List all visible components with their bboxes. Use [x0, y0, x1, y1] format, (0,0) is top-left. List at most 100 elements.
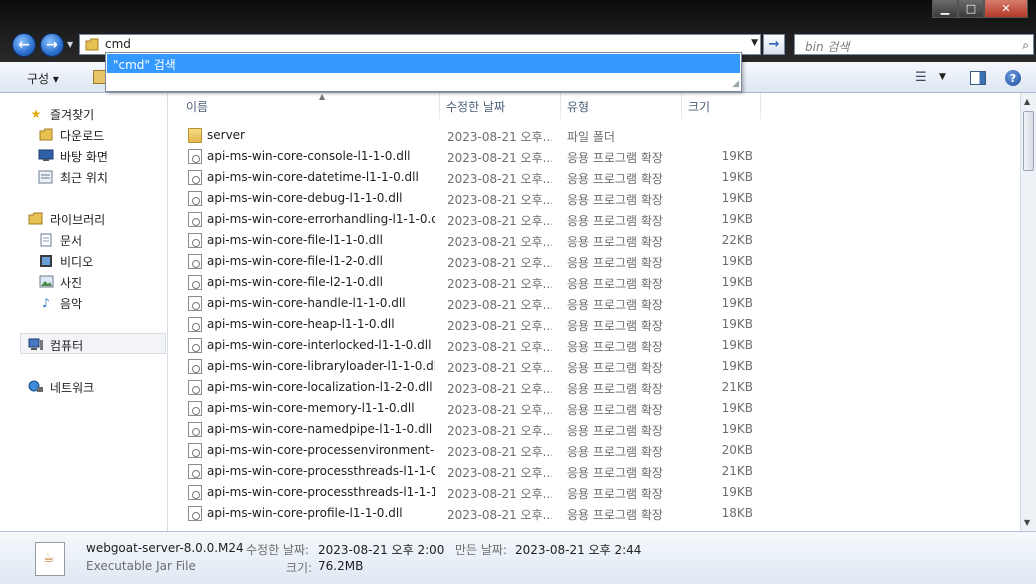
sidebar-item-label: 문서: [60, 233, 83, 248]
file-name: api-ms-win-core-localization-l1-2-0.dll: [207, 380, 433, 394]
file-row[interactable]: api-ms-win-core-processenvironment-l1...…: [168, 440, 1020, 461]
sidebar-item-label: 네트워크: [50, 380, 95, 395]
dll-file-icon: [188, 422, 202, 437]
music-icon: ♪: [42, 296, 50, 310]
file-row[interactable]: api-ms-win-core-file-l2-1-0.dll 2023-08-2…: [168, 272, 1020, 293]
file-row[interactable]: api-ms-win-core-heap-l1-1-0.dll 2023-08-2…: [168, 314, 1020, 335]
column-header-label: 크기: [688, 99, 711, 114]
sidebar-item-favorites[interactable]: ★ 즐겨찾기: [28, 104, 95, 124]
address-dropdown-icon[interactable]: ▼: [751, 38, 758, 48]
file-row[interactable]: api-ms-win-core-profile-l1-1-0.dll 2023-0…: [168, 503, 1020, 524]
sidebar-item-downloads[interactable]: 다운로드: [38, 125, 104, 145]
file-name: api-ms-win-core-datetime-l1-1-0.dll: [207, 170, 419, 184]
sidebar-item-documents[interactable]: 문서: [38, 230, 82, 250]
help-icon[interactable]: ?: [1005, 70, 1021, 86]
go-button[interactable]: →: [763, 34, 785, 55]
close-button[interactable]: ✕: [984, 0, 1028, 18]
file-row[interactable]: api-ms-win-core-processthreads-l1-1-1...…: [168, 482, 1020, 503]
recent-pages-dropdown-icon[interactable]: ▼: [67, 40, 73, 49]
sidebar-item-recent-places[interactable]: 최근 위치: [38, 167, 108, 187]
back-button[interactable]: ←: [12, 33, 36, 57]
file-name: server: [207, 128, 245, 142]
file-date: 2023-08-21 오후...: [447, 382, 552, 396]
file-name: api-ms-win-core-processthreads-l1-1-0...…: [207, 464, 435, 478]
file-size-label: 크기:: [286, 561, 313, 575]
column-header-date[interactable]: 수정한 날짜: [441, 93, 561, 119]
file-type: 응용 프로그램 확장: [567, 319, 663, 333]
organize-button[interactable]: 구성 ▾: [27, 70, 59, 87]
file-row[interactable]: api-ms-win-core-interlocked-l1-1-0.dll 20…: [168, 335, 1020, 356]
window-controls: ▁ □ ✕: [932, 0, 1028, 18]
file-row[interactable]: server 2023-08-21 오후... 파일 폴더: [168, 125, 1020, 146]
file-row[interactable]: api-ms-win-core-processthreads-l1-1-0...…: [168, 461, 1020, 482]
modified-date-label: 수정한 날짜:: [246, 543, 310, 557]
file-type: 응용 프로그램 확장: [567, 487, 663, 501]
search-icon[interactable]: ⌕: [1022, 38, 1029, 53]
file-row[interactable]: api-ms-win-core-debug-l1-1-0.dll 2023-08-…: [168, 188, 1020, 209]
autocomplete-item[interactable]: "cmd" 검색: [107, 54, 740, 73]
search-box[interactable]: bin 검색 ⌕: [794, 34, 1034, 55]
search-input[interactable]: bin 검색: [805, 38, 849, 55]
file-row[interactable]: api-ms-win-core-memory-l1-1-0.dll 2023-08…: [168, 398, 1020, 419]
sidebar-item-network[interactable]: 네트워크: [28, 377, 94, 397]
folder-icon: [188, 128, 202, 143]
scroll-thumb[interactable]: [1023, 111, 1034, 171]
file-size-value: 76.2MB: [318, 559, 364, 573]
sidebar-item-computer[interactable]: 컴퓨터: [28, 335, 83, 355]
file-name: api-ms-win-core-file-l2-1-0.dll: [207, 275, 383, 289]
file-size: 19KB: [721, 338, 753, 352]
vertical-scrollbar[interactable]: ▲ ▼: [1020, 93, 1036, 531]
sidebar-item-pictures[interactable]: 사진: [38, 272, 82, 292]
file-name: api-ms-win-core-heap-l1-1-0.dll: [207, 317, 395, 331]
column-header-type[interactable]: 유형: [562, 93, 682, 119]
file-size: 19KB: [721, 191, 753, 205]
column-header-name[interactable]: 이름 ▲: [181, 93, 440, 119]
sidebar-item-label: 다운로드: [60, 128, 105, 143]
file-type: 응용 프로그램 확장: [567, 193, 663, 207]
sidebar-item-label: 바탕 화면: [60, 149, 108, 164]
file-row[interactable]: api-ms-win-core-namedpipe-l1-1-0.dll 2023…: [168, 419, 1020, 440]
file-date: 2023-08-21 오후...: [447, 193, 552, 207]
file-row[interactable]: api-ms-win-core-errorhandling-l1-1-0.dll…: [168, 209, 1020, 230]
file-date: 2023-08-21 오후...: [447, 361, 552, 375]
file-size: 19KB: [721, 485, 753, 499]
file-row[interactable]: api-ms-win-core-file-l1-1-0.dll 2023-08-2…: [168, 230, 1020, 251]
sidebar-item-videos[interactable]: 비디오: [38, 251, 93, 271]
address-input[interactable]: cmd: [105, 37, 131, 51]
change-view-icon[interactable]: ☰: [915, 70, 927, 85]
file-row[interactable]: api-ms-win-core-handle-l1-1-0.dll 2023-08…: [168, 293, 1020, 314]
file-type: 응용 프로그램 확장: [567, 361, 663, 375]
preview-pane-icon[interactable]: [970, 71, 986, 85]
scroll-up-icon[interactable]: ▲: [1024, 97, 1030, 106]
resize-grip-icon[interactable]: ◢: [732, 79, 739, 89]
sidebar-item-desktop[interactable]: 바탕 화면: [38, 146, 108, 166]
file-row[interactable]: api-ms-win-core-libraryloader-l1-1-0.dll…: [168, 356, 1020, 377]
column-headers: 이름 ▲ 수정한 날짜 유형 크기: [168, 93, 1020, 119]
file-row[interactable]: api-ms-win-core-console-l1-1-0.dll 2023-0…: [168, 146, 1020, 167]
maximize-button[interactable]: □: [958, 0, 984, 18]
minimize-button[interactable]: ▁: [932, 0, 958, 18]
forward-button[interactable]: →: [40, 33, 64, 57]
sidebar-item-libraries[interactable]: 라이브러리: [28, 209, 105, 229]
file-row[interactable]: api-ms-win-core-file-l1-2-0.dll 2023-08-2…: [168, 251, 1020, 272]
file-row[interactable]: api-ms-win-core-datetime-l1-1-0.dll 2023-…: [168, 167, 1020, 188]
dll-file-icon: [188, 317, 202, 332]
file-date: 2023-08-21 오후...: [447, 319, 552, 333]
file-date: 2023-08-21 오후...: [447, 214, 552, 228]
sidebar-item-music[interactable]: ♪ 음악: [38, 293, 82, 313]
view-dropdown-icon[interactable]: ▼: [939, 72, 946, 82]
column-header-size[interactable]: 크기: [683, 93, 761, 119]
file-type: 응용 프로그램 확장: [567, 508, 663, 522]
dll-file-icon: [188, 170, 202, 185]
recent-places-icon: [38, 170, 54, 184]
selected-file-type: Executable Jar File: [86, 559, 196, 573]
file-date: 2023-08-21 오후...: [447, 130, 552, 144]
dll-file-icon: [188, 506, 202, 521]
document-icon: [38, 233, 54, 247]
sidebar-item-label: 컴퓨터: [50, 338, 84, 353]
file-size: 21KB: [721, 464, 753, 478]
file-size: 19KB: [721, 359, 753, 373]
scroll-down-icon[interactable]: ▼: [1024, 518, 1030, 527]
file-date: 2023-08-21 오후...: [447, 151, 552, 165]
file-row[interactable]: api-ms-win-core-localization-l1-2-0.dll 2…: [168, 377, 1020, 398]
